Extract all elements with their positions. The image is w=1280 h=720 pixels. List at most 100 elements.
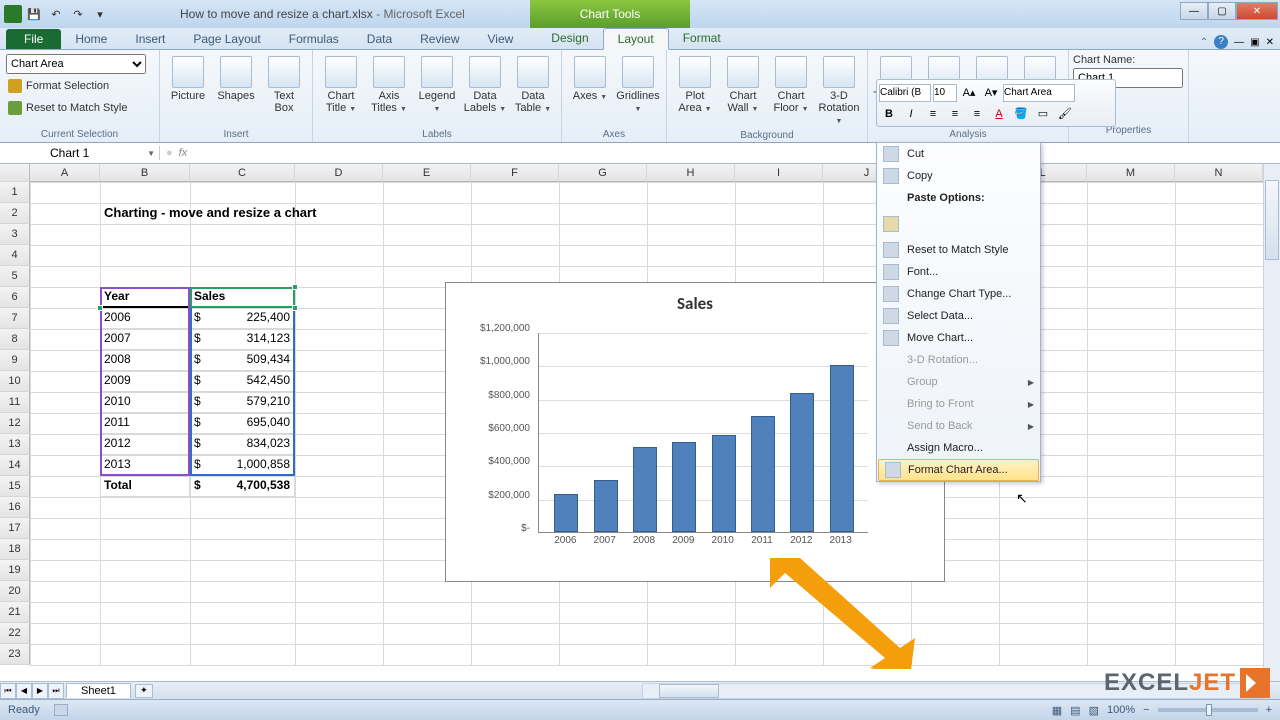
embedded-chart[interactable]: Sales $-$200,000$400,000$600,000$800,000…: [445, 282, 945, 582]
bar-2012[interactable]: [790, 393, 814, 532]
bar-2009[interactable]: [672, 442, 696, 532]
scrollbar-thumb[interactable]: [659, 684, 719, 698]
reset-style-button[interactable]: Reset to Match Style: [6, 98, 130, 118]
context-select-data[interactable]: Select Data...: [877, 305, 1040, 327]
qat-dropdown[interactable]: ▾: [90, 5, 110, 23]
zoom-out-button[interactable]: −: [1143, 704, 1149, 716]
column-header-E[interactable]: E: [383, 164, 471, 181]
row-header-5[interactable]: 5: [0, 266, 30, 287]
help-icon[interactable]: ?: [1214, 35, 1228, 49]
tab-insert[interactable]: Insert: [121, 29, 179, 49]
plot-area-button[interactable]: PlotArea ▼: [673, 52, 717, 116]
bar-2007[interactable]: [594, 480, 618, 532]
column-header-F[interactable]: F: [471, 164, 559, 181]
file-tab[interactable]: File: [6, 29, 61, 49]
workbook-close-icon[interactable]: ✕: [1266, 37, 1274, 48]
legend-button[interactable]: Legend ▼: [415, 52, 459, 116]
save-button[interactable]: 💾: [24, 5, 44, 23]
bar-2013[interactable]: [830, 365, 854, 532]
mini-font-input[interactable]: [879, 84, 931, 102]
chart-title-button[interactable]: ChartTitle ▼: [319, 52, 363, 116]
column-header-M[interactable]: M: [1087, 164, 1175, 181]
column-header-B[interactable]: B: [100, 164, 190, 181]
column-header-A[interactable]: A: [30, 164, 100, 181]
column-header-I[interactable]: I: [735, 164, 823, 181]
workbook-minimize-icon[interactable]: —: [1234, 37, 1244, 48]
row-header-15[interactable]: 15: [0, 476, 30, 497]
ribbon-minimize-icon[interactable]: ⌃: [1200, 37, 1208, 48]
tab-format[interactable]: Format: [669, 28, 735, 49]
row-header-21[interactable]: 21: [0, 602, 30, 623]
column-header-N[interactable]: N: [1175, 164, 1263, 181]
row-header-20[interactable]: 20: [0, 581, 30, 602]
context-cut[interactable]: Cut: [877, 143, 1040, 165]
cells-area[interactable]: Charting - move and resize a chart YearS…: [30, 182, 1280, 665]
text-box-button[interactable]: TextBox: [262, 52, 306, 114]
context-menu[interactable]: CutCopyPaste Options:Reset to Match Styl…: [876, 142, 1041, 482]
row-header-3[interactable]: 3: [0, 224, 30, 245]
context-paste[interactable]: [877, 209, 1040, 239]
row-header-7[interactable]: 7: [0, 308, 30, 329]
row-header-4[interactable]: 4: [0, 245, 30, 266]
fx-icon[interactable]: fx: [179, 147, 188, 159]
gridlines-button[interactable]: Gridlines ▼: [616, 52, 660, 116]
data-labels-button[interactable]: DataLabels ▼: [463, 52, 507, 116]
context-font[interactable]: Font...: [877, 261, 1040, 283]
mini-toolbar[interactable]: A▴ A▾ B I ≡ ≡ ≡ A 🪣 ▭ 🖌: [876, 79, 1116, 127]
column-header-G[interactable]: G: [559, 164, 647, 181]
worksheet-grid[interactable]: ABCDEFGHIJKLMN 1234567891011121314151617…: [0, 164, 1280, 669]
context-format-chart-area[interactable]: Format Chart Area...: [878, 459, 1039, 481]
italic-button[interactable]: I: [901, 104, 921, 124]
bar-2008[interactable]: [633, 447, 657, 532]
close-button[interactable]: ✕: [1236, 2, 1278, 20]
zoom-slider[interactable]: [1158, 708, 1258, 712]
3-d-rotation-button[interactable]: 3-DRotation ▼: [817, 52, 861, 128]
row-header-2[interactable]: 2: [0, 203, 30, 224]
redo-button[interactable]: ↷: [68, 5, 88, 23]
bar-2006[interactable]: [554, 494, 578, 532]
minimize-button[interactable]: —: [1180, 2, 1208, 20]
row-header-13[interactable]: 13: [0, 434, 30, 455]
align-left-icon[interactable]: ≡: [923, 104, 943, 124]
column-header-H[interactable]: H: [647, 164, 735, 181]
picture-button[interactable]: Picture: [166, 52, 210, 102]
bold-button[interactable]: B: [879, 104, 899, 124]
row-header-8[interactable]: 8: [0, 329, 30, 350]
bar-2011[interactable]: [751, 416, 775, 532]
row-header-19[interactable]: 19: [0, 560, 30, 581]
row-header-18[interactable]: 18: [0, 539, 30, 560]
mini-element-input[interactable]: [1003, 84, 1075, 102]
row-header-22[interactable]: 22: [0, 623, 30, 644]
new-sheet-button[interactable]: ✦: [135, 684, 153, 698]
row-header-10[interactable]: 10: [0, 371, 30, 392]
chart-title[interactable]: Sales: [446, 283, 944, 320]
row-header-9[interactable]: 9: [0, 350, 30, 371]
grow-font-icon[interactable]: A▴: [959, 83, 979, 103]
maximize-button[interactable]: ▢: [1208, 2, 1236, 20]
plot-area[interactable]: [538, 333, 868, 533]
next-sheet-button[interactable]: ▶: [32, 683, 48, 699]
zoom-in-button[interactable]: +: [1266, 704, 1272, 716]
context-reset-to-match-style[interactable]: Reset to Match Style: [877, 239, 1040, 261]
format-selection-button[interactable]: Format Selection: [6, 76, 111, 96]
normal-view-button[interactable]: ▦: [1052, 704, 1062, 717]
tab-data[interactable]: Data: [353, 29, 406, 49]
sheet-tab[interactable]: Sheet1: [66, 683, 131, 698]
row-header-14[interactable]: 14: [0, 455, 30, 476]
tab-home[interactable]: Home: [61, 29, 121, 49]
prev-sheet-button[interactable]: ◀: [16, 683, 32, 699]
tab-page-layout[interactable]: Page Layout: [179, 29, 274, 49]
bar-2010[interactable]: [712, 435, 736, 532]
first-sheet-button[interactable]: ⏮: [0, 683, 16, 699]
tab-design[interactable]: Design: [537, 28, 602, 49]
context-move-chart[interactable]: Move Chart...: [877, 327, 1040, 349]
cell-C15[interactable]: $4,700,538: [190, 476, 295, 497]
page-break-view-button[interactable]: ▧: [1089, 704, 1099, 717]
cell-B15[interactable]: Total: [100, 476, 190, 497]
tab-review[interactable]: Review: [406, 29, 473, 49]
data-table-button[interactable]: DataTable ▼: [511, 52, 555, 116]
zoom-level[interactable]: 100%: [1107, 704, 1135, 716]
axes-button[interactable]: Axes ▼: [568, 52, 612, 104]
shapes-button[interactable]: Shapes: [214, 52, 258, 102]
name-box[interactable]: Chart 1▼: [0, 146, 160, 160]
